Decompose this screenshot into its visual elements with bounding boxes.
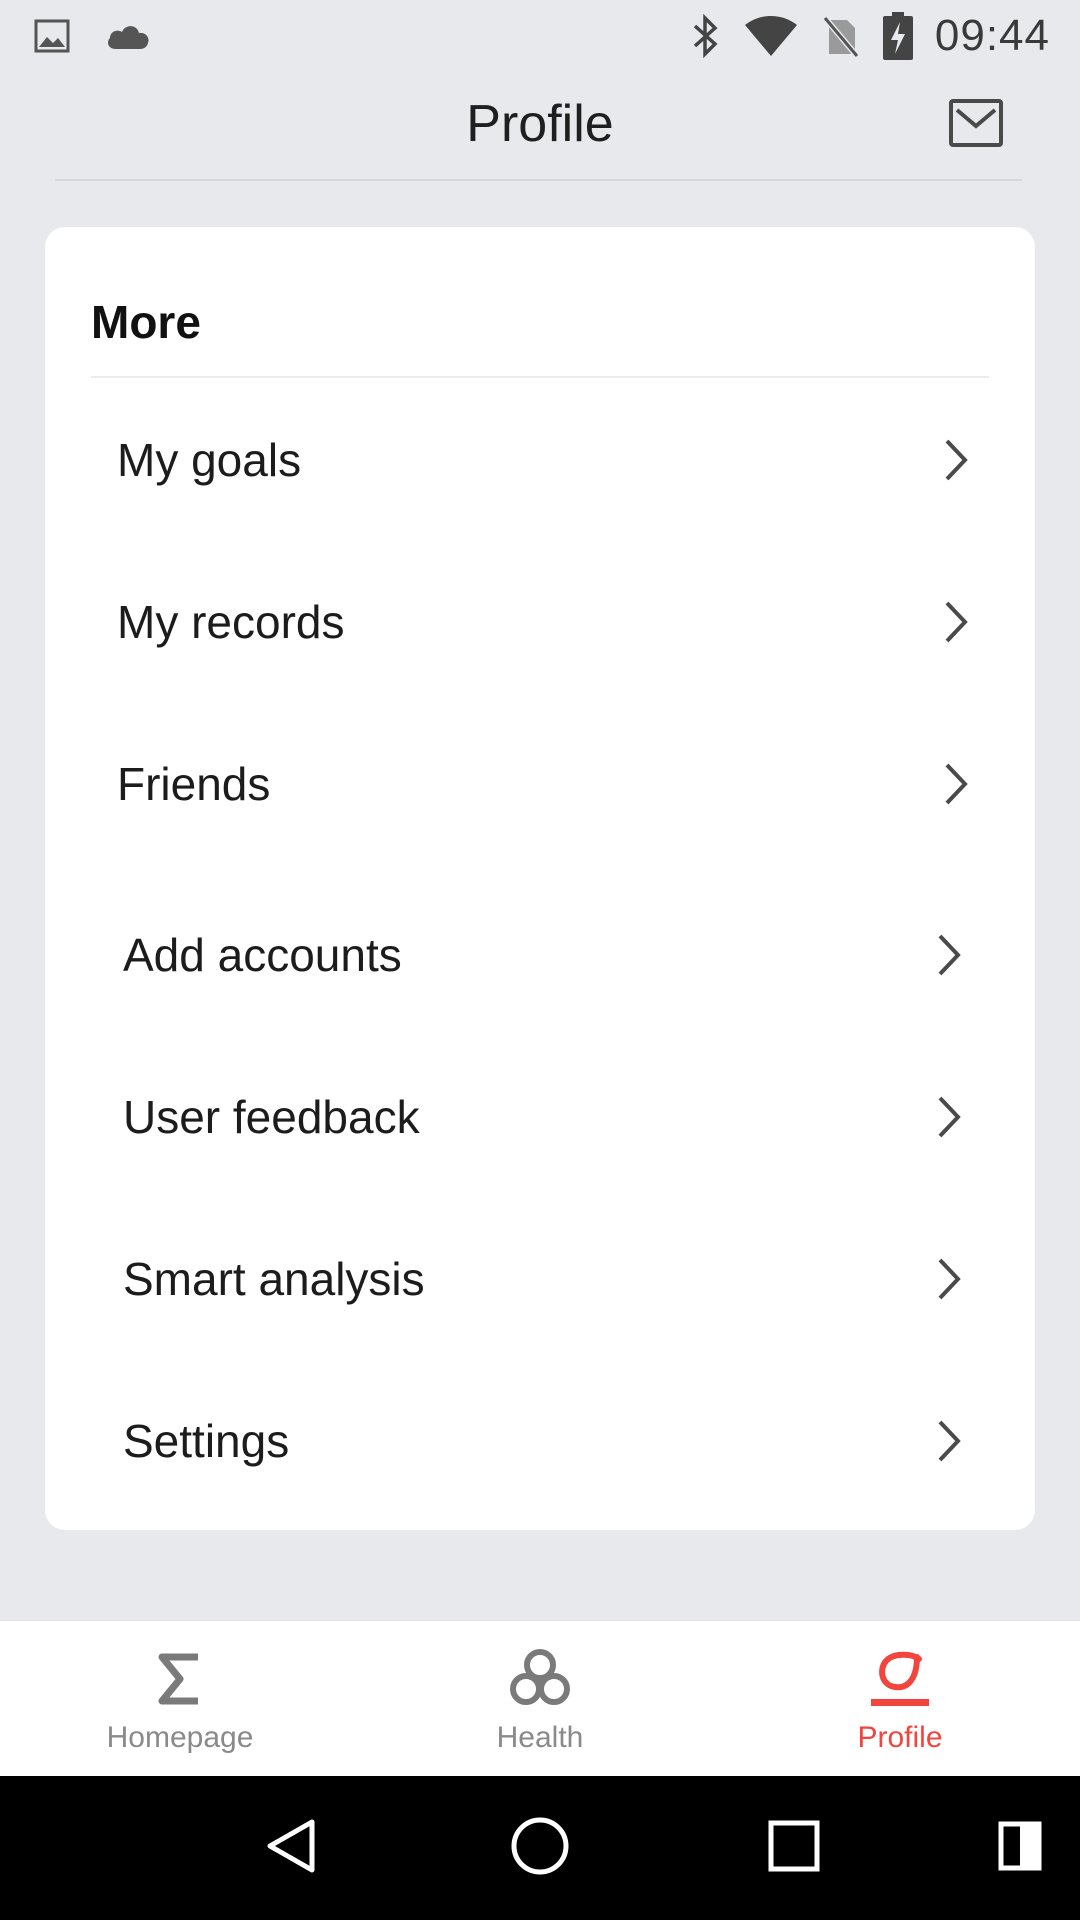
section-divider [91,376,989,378]
menu-item-label: Smart analysis [123,1253,425,1305]
bottom-nav: Homepage Health Profile [0,1620,1080,1776]
chevron-right-icon [932,1254,966,1304]
chevron-right-icon [932,930,966,980]
tab-health[interactable]: Health [390,1621,690,1777]
split-icon [998,1821,1042,1876]
status-time: 09:44 [934,11,1050,60]
cloud-icon [104,21,152,51]
menu-item-smart-analysis[interactable]: Smart analysis [45,1214,1035,1344]
menu-item-friends[interactable]: Friends [45,719,1035,849]
mail-icon [948,98,1004,153]
chevron-right-icon [939,759,973,809]
status-left [34,19,152,53]
more-card: More My goals My records Friends Add acc… [45,227,1035,1530]
menu-item-label: My records [117,596,345,648]
menu-item-label: Friends [117,758,271,810]
menu-item-add-accounts[interactable]: Add accounts [45,890,1035,1020]
chevron-right-icon [939,435,973,485]
no-sim-icon [821,14,861,58]
system-nav-bar [0,1776,1080,1920]
sigma-icon [158,1647,202,1711]
battery-charging-icon [882,12,913,60]
tab-label: Homepage [106,1721,254,1754]
messages-button[interactable] [948,98,1004,153]
tab-homepage[interactable]: Homepage [30,1621,330,1777]
menu-item-user-feedback[interactable]: User feedback [45,1052,1035,1182]
home-icon [510,1816,570,1881]
recents-button[interactable] [754,1776,834,1920]
section-title: More [91,296,201,348]
menu-item-settings[interactable]: Settings [45,1376,1035,1506]
chevron-right-icon [939,597,973,647]
back-button[interactable] [250,1776,330,1920]
recents-icon [767,1819,821,1878]
bluetooth-icon [691,14,721,58]
status-right: 09:44 [691,11,1050,61]
menu-item-my-goals[interactable]: My goals [45,395,1035,525]
menu-item-label: My goals [117,434,302,486]
split-screen-button[interactable] [990,1776,1050,1920]
menu-item-label: Settings [123,1415,290,1467]
back-icon [262,1816,318,1881]
home-button[interactable] [500,1776,580,1920]
tab-label: Profile [857,1721,943,1754]
status-bar: 09:44 [0,0,1080,72]
wifi-icon [743,15,799,57]
tab-label: Health [496,1721,584,1754]
top-header: Profile [0,72,1080,181]
menu-item-label: Add accounts [123,929,402,981]
menu-item-my-records[interactable]: My records [45,557,1035,687]
header-divider [55,179,1022,181]
chevron-right-icon [932,1092,966,1142]
profile-screen: 09:44 Profile More My goals My records F… [0,0,1080,1920]
health-icon [508,1647,572,1711]
tab-profile[interactable]: Profile [750,1621,1050,1777]
image-icon [34,19,70,53]
page-title: Profile [466,95,614,153]
menu-item-label: User feedback [123,1091,420,1143]
profile-icon [869,1647,931,1711]
chevron-right-icon [932,1416,966,1466]
